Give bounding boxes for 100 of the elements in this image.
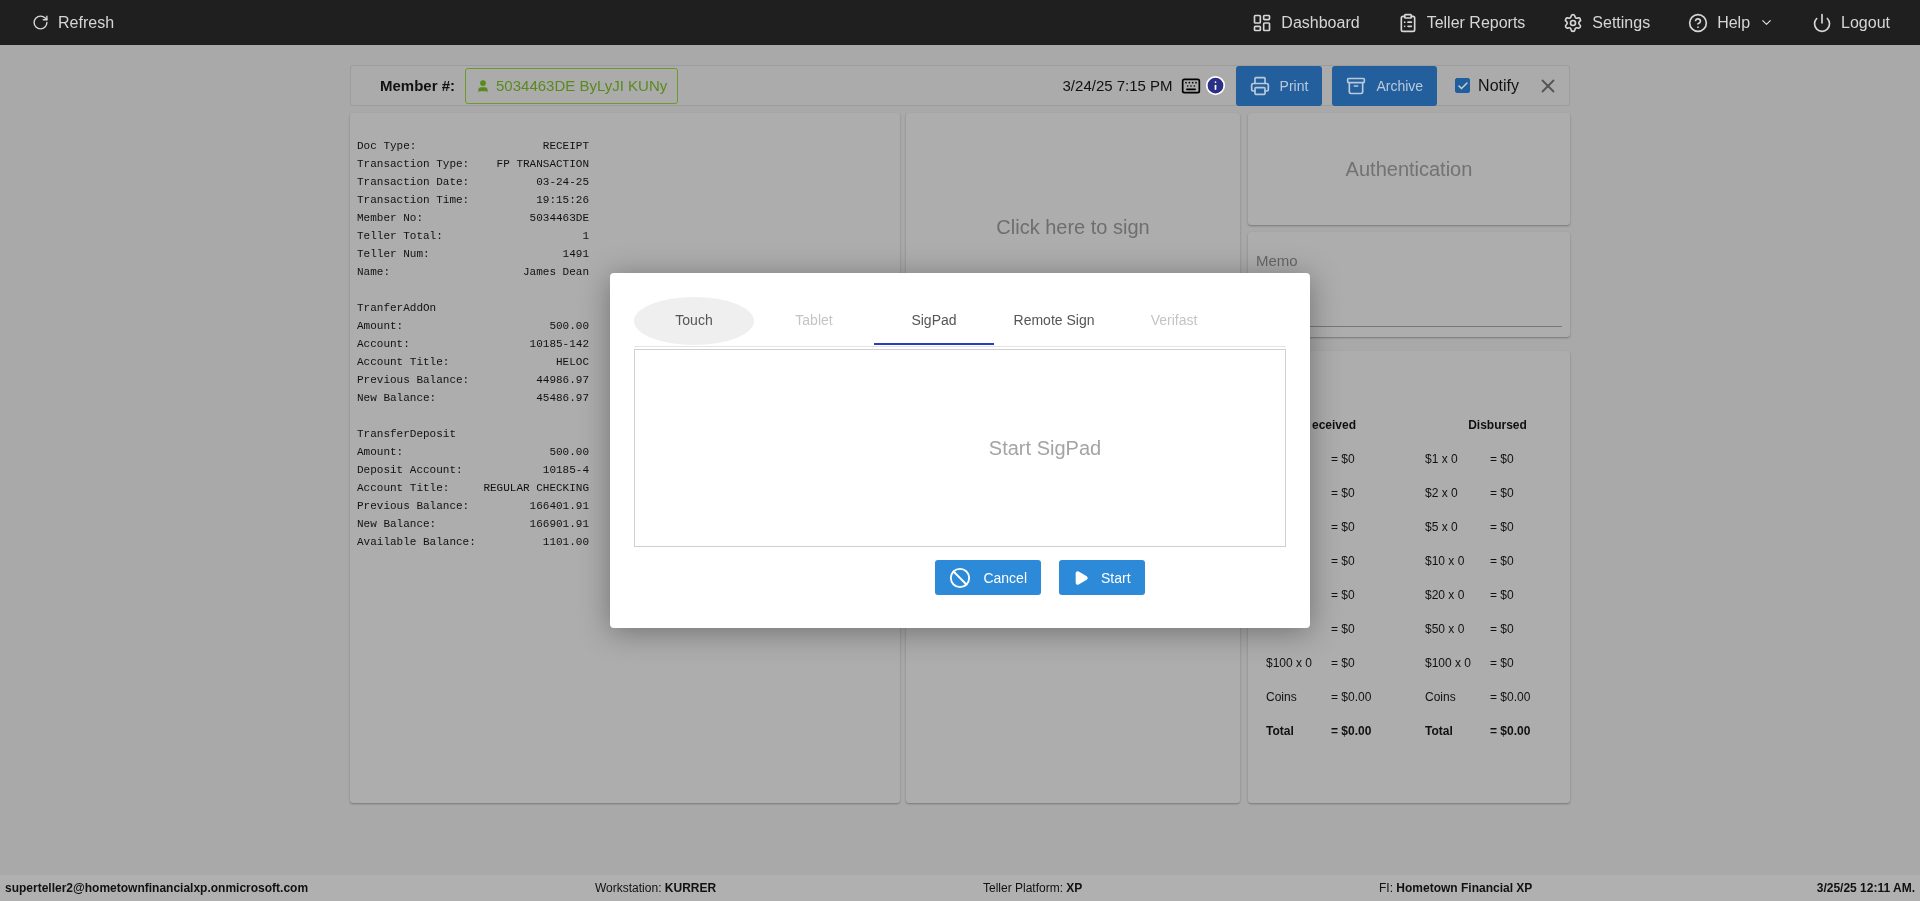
pad-prompt: Start SigPad (988, 436, 1102, 460)
amount-value: = $0.00 (1490, 690, 1532, 704)
amount-value: = $0 (1490, 588, 1515, 602)
panel-title: Authentication (1345, 157, 1473, 181)
field-value: 10185-4 (541, 463, 589, 478)
tab[interactable]: Touch (634, 297, 754, 345)
field-value: FP TRANSACTION (495, 157, 589, 172)
amount-value: = $0.00 (1331, 690, 1373, 704)
field-value: 166401.91 (528, 499, 589, 514)
denomination-label: $50 x 0 (1425, 622, 1466, 636)
field-value: 5034463DE (528, 211, 589, 226)
amount-value: = $0 (1331, 520, 1356, 534)
field-label: Amount: (357, 445, 405, 460)
section-title: TranferAddOn (357, 301, 438, 316)
denomination-label: $2 x 0 (1425, 486, 1459, 500)
cancel-button[interactable]: Cancel (935, 560, 1041, 595)
field-label: Transaction Date: (357, 175, 471, 190)
nav-link[interactable]: Settings (1563, 12, 1651, 33)
play-icon (1073, 569, 1089, 586)
nav-link[interactable]: Help (1688, 12, 1775, 33)
field-label: Previous Balance: (357, 373, 471, 388)
printer-icon (1249, 75, 1270, 96)
member-label: Member #: (380, 77, 456, 94)
field-label: Transaction Type: (357, 157, 471, 172)
header-button[interactable]: Archive (1332, 65, 1438, 106)
help-icon (1688, 12, 1709, 33)
amount-value: = $0.00 (1331, 724, 1373, 738)
tab[interactable]: Remote Sign (994, 297, 1114, 345)
field-label: Teller Num: (357, 247, 431, 262)
field-label: New Balance: (357, 517, 438, 532)
user-email: superteller2@hometownfinancialxp.onmicrosoft.com (5, 881, 310, 895)
section-title: TransferDeposit (357, 427, 458, 442)
field-label: Teller Total: (357, 229, 444, 244)
field-label: Available Balance: (357, 535, 477, 550)
info-icon[interactable] (1204, 75, 1226, 96)
institution-text: FI: Hometown Financial XP (1379, 881, 1534, 895)
workstation-text: Workstation: KURRER (595, 881, 718, 895)
dashboard-icon (1252, 12, 1273, 33)
field-value: RECEIPT (541, 139, 589, 154)
denomination-label: Total (1425, 724, 1454, 738)
notify-checkbox[interactable]: Notify (1455, 76, 1519, 95)
field-label: Transaction Time: (357, 193, 471, 208)
field-value: James Dean (522, 265, 589, 280)
amount-value: = $0 (1490, 452, 1515, 466)
amount-value: = $0 (1331, 656, 1356, 670)
sign-prompt: Click here to sign (996, 216, 1150, 240)
amount-value: = $0 (1490, 554, 1515, 568)
denomination-label: $100 x 0 (1425, 656, 1473, 670)
denomination-label: $20 x 0 (1425, 588, 1466, 602)
field-value: 44986.97 (535, 373, 589, 388)
prohibited-icon (949, 566, 972, 589)
denomination-label: $1 x 0 (1425, 452, 1459, 466)
field-label: Account Title: (357, 355, 451, 370)
amount-value: = $0 (1331, 554, 1356, 568)
amount-value: = $0 (1331, 622, 1356, 636)
check-icon (1456, 79, 1469, 92)
denomination-label: Coins (1266, 690, 1298, 704)
nav-link[interactable]: Logout (1812, 12, 1890, 33)
denomination-label: $100 x 0 (1266, 656, 1314, 670)
refresh-icon (32, 14, 49, 31)
date-time: 3/24/25 7:15 PM (1062, 77, 1173, 94)
field-value: 500.00 (548, 445, 589, 460)
denomination-label: $10 x 0 (1425, 554, 1466, 568)
amount-value: = $0 (1490, 486, 1515, 500)
field-value: 19:15:26 (535, 193, 589, 208)
refresh-link[interactable]: Refresh (32, 13, 115, 32)
amount-value: = $0 (1490, 520, 1515, 534)
person-icon (476, 78, 491, 93)
denomination-label: Coins (1425, 690, 1457, 704)
denomination-label: Total (1266, 724, 1295, 738)
field-label: Doc Type: (357, 139, 418, 154)
amount-value: = $0 (1490, 622, 1515, 636)
nav-link[interactable]: Dashboard (1252, 12, 1360, 33)
field-label: Member No: (357, 211, 424, 226)
platform-text: Teller Platform: XP (983, 881, 1084, 895)
archive-icon (1346, 75, 1367, 96)
tab[interactable]: SigPad (874, 297, 994, 345)
field-label: Account Title: (357, 481, 451, 496)
field-label: Account: (357, 337, 411, 352)
field-label: Previous Balance: (357, 499, 471, 514)
power-icon (1812, 12, 1833, 33)
field-value: REGULAR CHECKING (482, 481, 589, 496)
start-button[interactable]: Start (1059, 560, 1145, 595)
amount-value: = $0 (1331, 452, 1356, 466)
amount-value: = $0 (1331, 588, 1356, 602)
field-label: Amount: (357, 319, 405, 334)
memo-label: Memo (1256, 252, 1299, 269)
field-value: 1491 (561, 247, 589, 262)
column-heading: eceived (1311, 418, 1356, 432)
field-value: 1101.00 (541, 535, 589, 550)
amount-value: = $0.00 (1490, 724, 1532, 738)
header-button[interactable]: Print (1235, 65, 1323, 106)
field-value: 500.00 (548, 319, 589, 334)
field-value: 45486.97 (535, 391, 589, 406)
field-label: Name: (357, 265, 391, 280)
field-value: 03-24-25 (535, 175, 589, 190)
field-value: 1 (581, 229, 589, 244)
field-label: Deposit Account: (357, 463, 464, 478)
nav-link[interactable]: Teller Reports (1397, 12, 1526, 33)
field-label: New Balance: (357, 391, 438, 406)
